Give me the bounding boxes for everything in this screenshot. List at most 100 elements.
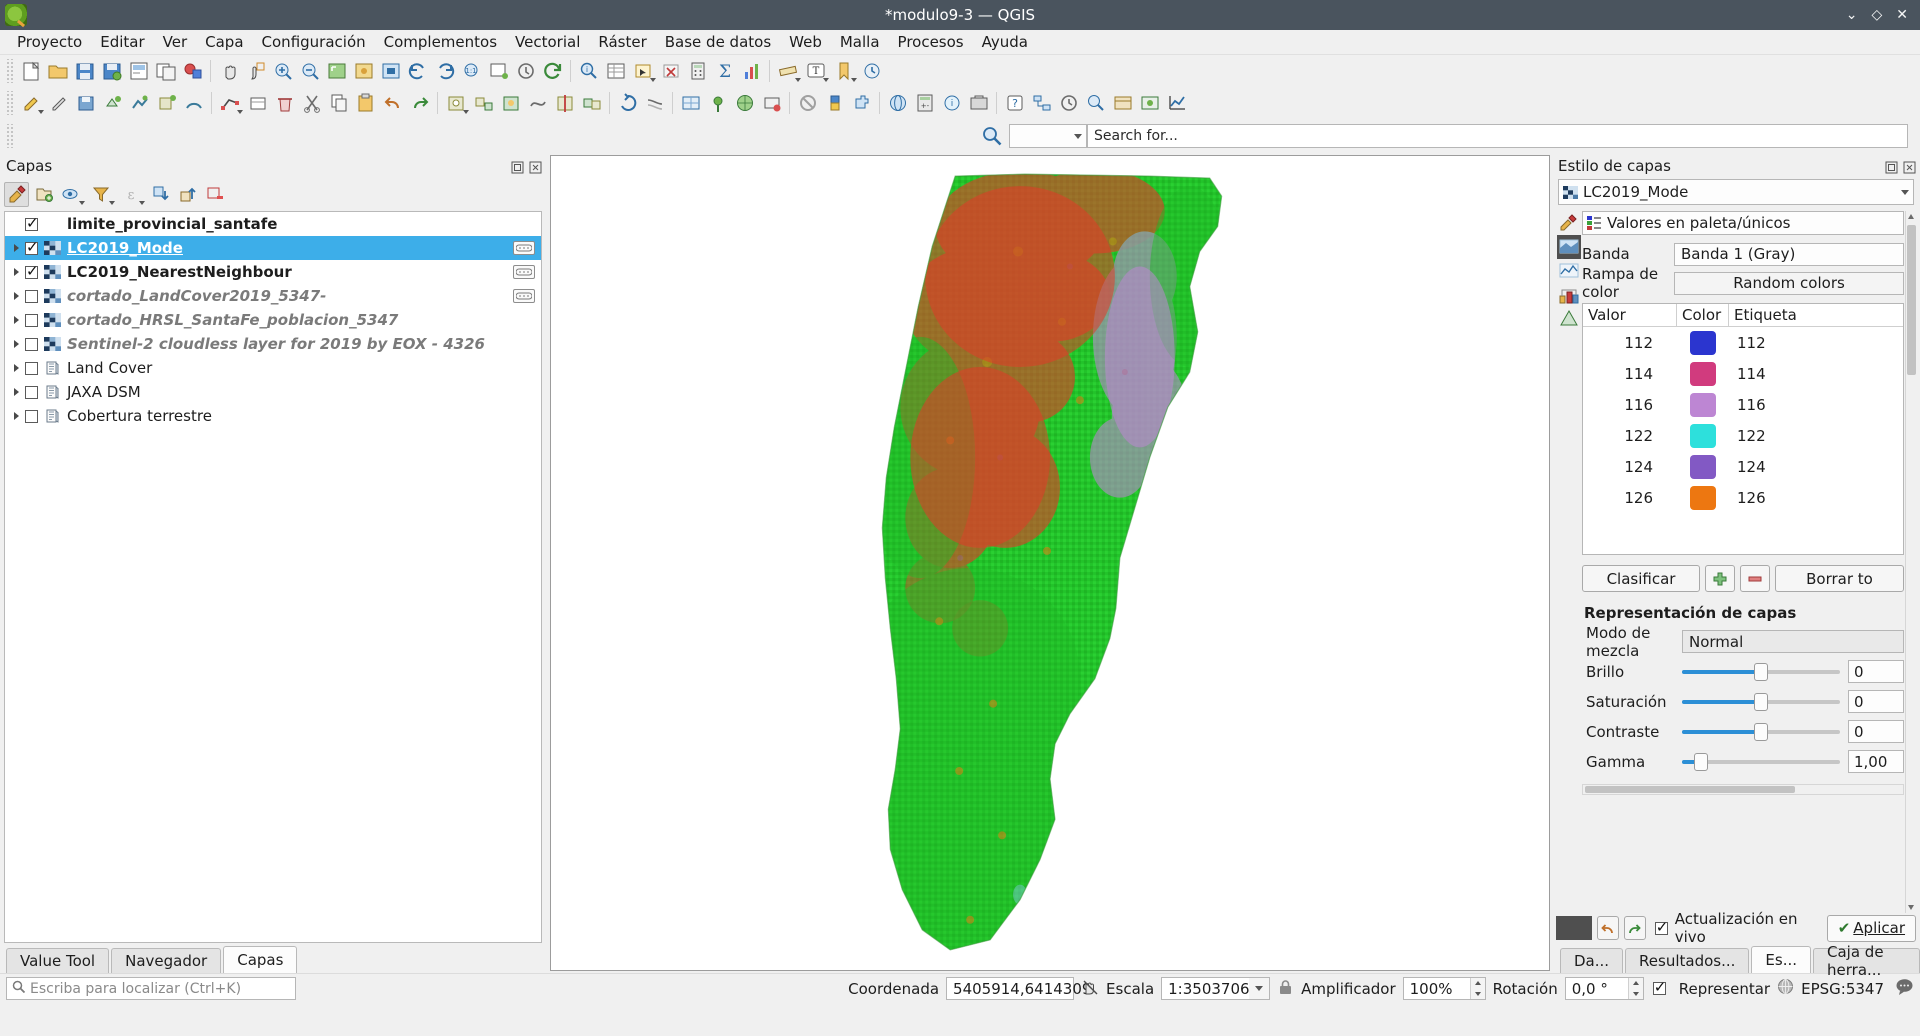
expand-arrow-icon[interactable] xyxy=(9,412,23,420)
layer-name[interactable]: JAXA DSM xyxy=(67,383,141,401)
rendering-value[interactable]: 0 xyxy=(1848,660,1904,683)
rendering-slider[interactable] xyxy=(1682,722,1840,742)
style-side-tabs[interactable] xyxy=(1556,211,1582,913)
palette-color-cell[interactable] xyxy=(1677,361,1729,386)
vertex-tool-dropdown-icon[interactable] xyxy=(237,110,243,114)
rendering-value[interactable]: 1,00 xyxy=(1848,750,1904,773)
menu-web[interactable]: Web xyxy=(780,31,831,53)
toolbar-row-3[interactable]: Search for... xyxy=(0,119,1920,153)
tab-resultados-[interactable]: Resultados... xyxy=(1625,948,1750,973)
menu-ver[interactable]: Ver xyxy=(154,31,197,53)
zoom-in-icon[interactable] xyxy=(269,58,296,85)
menu-editar[interactable]: Editar xyxy=(91,31,153,53)
undock-icon[interactable] xyxy=(511,160,524,173)
ramp-combo[interactable]: Random colors xyxy=(1674,271,1904,295)
layer-visibility-checkbox[interactable] xyxy=(25,262,39,280)
tab-capas[interactable]: Capas xyxy=(223,946,298,973)
rendering-value[interactable]: 0 xyxy=(1848,720,1904,743)
map-themes-dropdown-icon[interactable] xyxy=(79,201,85,205)
pyramids-icon[interactable] xyxy=(1557,307,1581,331)
layer-visibility-checkbox[interactable] xyxy=(25,361,38,375)
scale-dropdown-icon[interactable] xyxy=(1249,977,1271,1000)
palette-row[interactable]: 122 122 xyxy=(1583,420,1903,451)
menu-ayuda[interactable]: Ayuda xyxy=(973,31,1037,53)
layer-indicator-icon[interactable] xyxy=(513,241,535,255)
layer-name[interactable]: Land Cover xyxy=(67,359,152,377)
search-input[interactable]: Search for... xyxy=(1087,124,1908,148)
palette-row[interactable]: 124 124 xyxy=(1583,451,1903,482)
deselect-features-icon[interactable] xyxy=(657,58,684,85)
digitizing-dropdown-icon[interactable] xyxy=(463,110,469,114)
add-part-icon[interactable] xyxy=(470,90,497,117)
open-attribute-table-icon[interactable] xyxy=(602,58,629,85)
menu-vectorial[interactable]: Vectorial xyxy=(506,31,589,53)
pan-map-icon[interactable] xyxy=(215,58,242,85)
select-features-dropdown-icon[interactable] xyxy=(650,78,656,82)
layer-name[interactable]: LC2019_Mode xyxy=(67,239,183,257)
virtual-layer-icon[interactable] xyxy=(1109,90,1136,117)
palette-color-cell[interactable] xyxy=(1677,392,1729,417)
crs-value[interactable]: EPSG:5347 xyxy=(1801,980,1884,998)
undo-icon[interactable] xyxy=(1597,916,1619,940)
right-panel-tabs[interactable]: Da... Resultados... Es... Caja de herra... xyxy=(1552,943,1920,979)
zoom-next-icon[interactable] xyxy=(431,58,458,85)
expand-arrow-icon[interactable] xyxy=(9,388,23,396)
zoom-out-icon[interactable] xyxy=(296,58,323,85)
palette-color-cell[interactable] xyxy=(1677,330,1729,355)
offline-editing-icon[interactable] xyxy=(758,90,785,117)
zoom-to-layer-icon[interactable] xyxy=(377,58,404,85)
results-viewer-icon[interactable] xyxy=(1082,90,1109,117)
refresh-icon[interactable] xyxy=(539,58,566,85)
magnifier-steppers[interactable] xyxy=(1469,978,1485,999)
toggle-editing-icon[interactable] xyxy=(45,90,72,117)
tab-navegador[interactable]: Navegador xyxy=(111,948,222,973)
style-layer-combo[interactable]: LC2019_Mode xyxy=(1558,179,1914,205)
color-swatch[interactable] xyxy=(1690,454,1716,479)
palette-label[interactable]: 112 xyxy=(1729,334,1903,352)
toolbar-row-1[interactable]: 1:1 i Σ T xyxy=(0,55,1920,87)
left-panel-tabs[interactable]: Value Tool Navegador Capas xyxy=(0,943,546,973)
data-source-manager-icon[interactable] xyxy=(1136,90,1163,117)
layer-row[interactable]: Land Cover xyxy=(5,356,541,380)
layer-row[interactable]: LC2019_Mode xyxy=(5,236,541,260)
add-circular-string-icon[interactable] xyxy=(180,90,207,117)
tab-caja-de-herra-[interactable]: Caja de herra... xyxy=(1813,943,1920,979)
georeferencer-icon[interactable] xyxy=(677,90,704,117)
measure-dropdown-icon[interactable] xyxy=(795,78,801,82)
no-action-icon[interactable] xyxy=(794,90,821,117)
open-layer-styling-panel-icon[interactable] xyxy=(4,181,29,207)
layers-toolbar[interactable]: ε xyxy=(0,179,546,209)
show-statistics-icon[interactable] xyxy=(738,58,765,85)
metasearch-icon[interactable]: i xyxy=(938,90,965,117)
layer-visibility-checkbox[interactable] xyxy=(25,337,38,351)
copy-features-icon[interactable] xyxy=(325,90,352,117)
minimize-icon[interactable]: ⌄ xyxy=(1846,8,1858,22)
temporal-controller-icon[interactable] xyxy=(858,58,885,85)
scroll-up-icon[interactable] xyxy=(1908,214,1914,219)
bookmarks-dropdown-icon[interactable] xyxy=(851,78,857,82)
palette-values-table[interactable]: Valor Color Etiqueta 112 112 114 114 116 116 1… xyxy=(1582,303,1904,555)
openstreetmap-icon[interactable] xyxy=(731,90,758,117)
menu-proyecto[interactable]: Proyecto xyxy=(8,31,91,53)
blend-mode-combo[interactable]: Normal xyxy=(1682,630,1904,653)
expand-arrow-icon[interactable] xyxy=(9,340,23,348)
palette-table-body[interactable]: 112 112 114 114 116 116 122 122 124 124 126 126 xyxy=(1583,327,1903,513)
add-line-feature-icon[interactable] xyxy=(126,90,153,117)
redo-icon[interactable] xyxy=(1623,916,1646,940)
close-icon[interactable]: ✕ xyxy=(1896,8,1908,22)
magnifier-spinbox[interactable]: 100% xyxy=(1402,977,1486,1000)
add-polygon-feature-icon[interactable] xyxy=(153,90,180,117)
undock-style-icon[interactable] xyxy=(1885,160,1898,173)
qgis-browser-icon[interactable] xyxy=(884,90,911,117)
tab-es-[interactable]: Es... xyxy=(1751,946,1812,973)
palette-value[interactable]: 126 xyxy=(1583,489,1677,507)
expand-arrow-icon[interactable] xyxy=(9,268,23,276)
palette-value[interactable]: 124 xyxy=(1583,458,1677,476)
menu-capa[interactable]: Capa xyxy=(196,31,252,53)
search-icon[interactable] xyxy=(978,123,1005,150)
menu-base-de-datos[interactable]: Base de datos xyxy=(656,31,780,53)
color-swatch[interactable] xyxy=(1690,485,1716,510)
toolbar-grip-2[interactable] xyxy=(5,91,14,115)
maximize-icon[interactable]: ◇ xyxy=(1871,8,1882,22)
gps-tools-icon[interactable] xyxy=(704,90,731,117)
